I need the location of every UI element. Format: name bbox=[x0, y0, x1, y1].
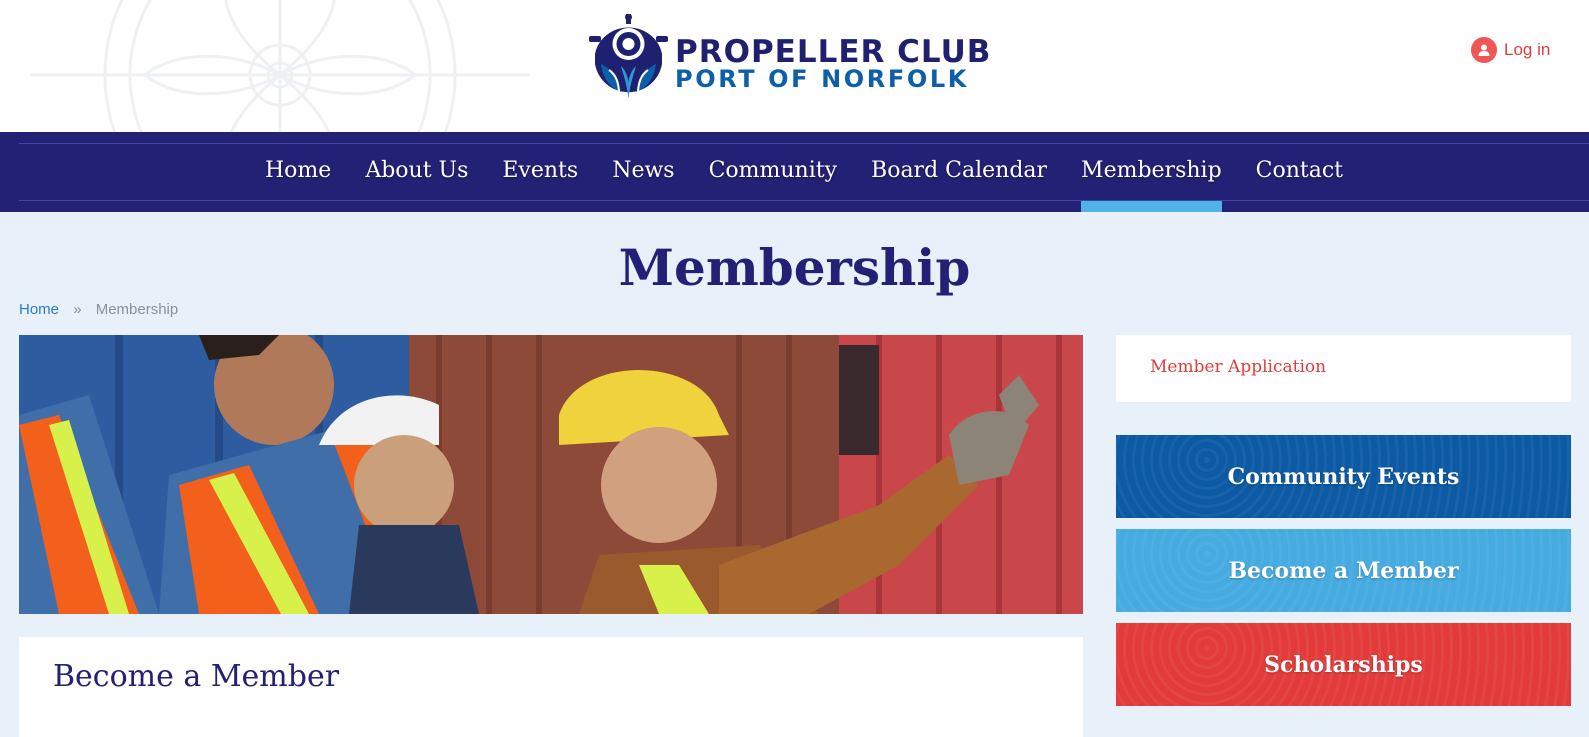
seal-watermark-icon bbox=[30, 0, 530, 132]
breadcrumb: Home » Membership bbox=[19, 301, 178, 318]
login-link[interactable]: Log in bbox=[1471, 37, 1550, 63]
login-label: Log in bbox=[1504, 40, 1551, 59]
nav-item-contact[interactable]: Contact bbox=[1239, 132, 1360, 212]
site-logo[interactable]: PROPELLER CLUB PORT OF NORFOLK bbox=[589, 14, 1009, 100]
page-title: Membership bbox=[618, 238, 971, 297]
nav-menu: Home About Us Events News Community Boar… bbox=[248, 132, 1360, 212]
logo-title: PROPELLER CLUB bbox=[675, 34, 992, 70]
scholarships-button[interactable]: Scholarships bbox=[1116, 623, 1571, 706]
breadcrumb-home-link[interactable]: Home bbox=[19, 301, 59, 318]
ship-wheel-logo-icon bbox=[589, 14, 668, 98]
member-application-link[interactable]: Member Application bbox=[1150, 357, 1326, 377]
content-heading: Become a Member bbox=[53, 659, 340, 694]
site-header: PROPELLER CLUB PORT OF NORFOLK Log in bbox=[0, 0, 1589, 132]
nav-item-events[interactable]: Events bbox=[485, 132, 595, 212]
logo-subtitle: PORT OF NORFOLK bbox=[675, 65, 969, 93]
content-card: Become a Member bbox=[19, 637, 1083, 737]
nav-item-membership[interactable]: Membership bbox=[1064, 132, 1239, 212]
sidebar-links: Member Application bbox=[1116, 335, 1571, 402]
nav-item-community[interactable]: Community bbox=[692, 132, 854, 212]
nav-item-news[interactable]: News bbox=[595, 132, 691, 212]
user-icon bbox=[1471, 37, 1497, 63]
nav-item-home[interactable]: Home bbox=[248, 132, 348, 212]
become-a-member-button[interactable]: Become a Member bbox=[1116, 529, 1571, 612]
hero-image-workers-at-port bbox=[19, 335, 1083, 614]
nav-item-board-calendar[interactable]: Board Calendar bbox=[854, 132, 1064, 212]
breadcrumb-current: Membership bbox=[95, 301, 179, 318]
breadcrumb-separator: » bbox=[73, 301, 82, 318]
community-events-button[interactable]: Community Events bbox=[1116, 435, 1571, 518]
main-nav: Home About Us Events News Community Boar… bbox=[0, 132, 1589, 212]
nav-item-about-us[interactable]: About Us bbox=[348, 132, 485, 212]
